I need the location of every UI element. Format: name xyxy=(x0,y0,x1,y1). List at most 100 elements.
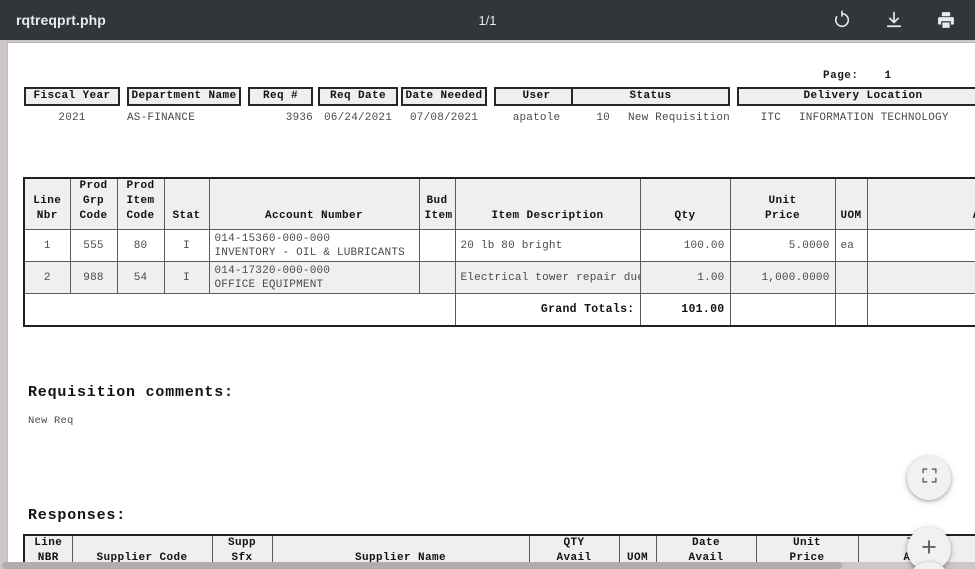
responses-header-row: Line NBR Supplier Code Supp Sfx Supplier N… xyxy=(23,534,975,562)
totals-spacer-6 xyxy=(419,293,455,326)
print-icon[interactable] xyxy=(935,9,957,31)
table-row: 2 988 54 I 014-17320-000-000 OFFICE EQUI… xyxy=(23,261,975,294)
col-qty-avail: QTY Avail xyxy=(528,534,620,562)
delivery-location-name: INFORMATION TECHNOLOGY xyxy=(799,112,949,124)
cell-bud-item xyxy=(418,229,456,262)
totals-spacer-1 xyxy=(24,293,70,326)
page-label-text: Page: xyxy=(823,70,859,82)
cell-uom: ea xyxy=(834,229,868,262)
header-value-req-date: 06/24/2021 xyxy=(323,112,392,124)
header-field-req-date: Req Date 06/24/2021 xyxy=(318,87,398,124)
cell-stat: I xyxy=(163,261,210,294)
header-field-req-number: Req # 3936 xyxy=(248,87,313,124)
document-filename: rqtreqprt.php xyxy=(16,12,106,28)
grand-totals-row: Grand Totals: 101.00 1,500.00 xyxy=(24,293,975,326)
cell-unit-price: 1,000.0000 xyxy=(729,261,836,294)
header-label-fiscal-year: Fiscal Year xyxy=(24,87,120,106)
totals-spacer-3 xyxy=(117,293,164,326)
plus-icon: + xyxy=(921,532,937,562)
col-bud-item: Bud Item xyxy=(418,177,456,230)
fit-to-page-icon xyxy=(921,467,938,489)
status-text: New Requisition xyxy=(627,112,730,124)
col-resp-unit-price: Unit Price xyxy=(755,534,859,562)
header-value-delivery-location: ITC INFORMATION TECHNOLOGY xyxy=(737,112,975,124)
cell-account-name: OFFICE EQUIPMENT xyxy=(214,278,324,291)
cell-item-description: Electrical tower repair due to auto cras… xyxy=(454,261,641,294)
horizontal-scrollbar-thumb[interactable] xyxy=(2,562,842,569)
cell-prod-grp-code: 988 xyxy=(69,261,118,294)
horizontal-scrollbar[interactable] xyxy=(0,562,975,569)
header-label-department-name: Department Name xyxy=(127,87,241,106)
totals-spacer-5 xyxy=(209,293,419,326)
header-label-user: User xyxy=(494,87,579,106)
grand-totals-label: Grand Totals: xyxy=(454,293,641,326)
responses-table: Line NBR Supplier Code Supp Sfx Supplier N… xyxy=(23,534,975,562)
cell-total-amount: 1,000.00 xyxy=(866,261,975,294)
header-field-user: User apatole xyxy=(494,87,579,124)
line-items-table: Line Nbr Prod Grp Code Prod Item Code Stat Ac… xyxy=(23,177,975,327)
pdf-viewer-toolbar: rqtreqprt.php 1/1 xyxy=(0,0,975,40)
header-label-delivery-location: Delivery Location xyxy=(737,87,975,106)
cell-item-description: 20 lb 80 bright xyxy=(454,229,641,262)
requisition-header-fields: Fiscal Year 2021 Department Name AS-FINA… xyxy=(20,87,975,135)
page-number-label: Page: 1 xyxy=(823,70,892,82)
header-value-status: 10 New Requisition xyxy=(571,112,730,124)
col-supplier-code: Supplier Code xyxy=(71,534,213,562)
col-prod-grp-code: Prod Grp Code xyxy=(69,177,118,230)
header-value-fiscal-year: 2021 xyxy=(58,112,86,124)
cell-prod-item-code: 80 xyxy=(116,229,165,262)
cell-prod-item-code: 54 xyxy=(116,261,165,294)
requisition-comments-body: New Req xyxy=(28,415,74,427)
col-date-avail: Date Avail xyxy=(655,534,757,562)
requisition-comments-title: Requisition comments: xyxy=(28,384,234,401)
download-icon[interactable] xyxy=(883,9,905,31)
col-unit-price: Unit Price xyxy=(729,177,836,230)
cell-account-number: 014-17320-000-000 xyxy=(214,264,331,277)
col-resp-line-nbr: Line NBR xyxy=(23,534,73,562)
cell-line-nbr: 2 xyxy=(23,261,71,294)
page-number-value: 1 xyxy=(884,70,892,82)
cell-total-amount: 500.00 xyxy=(866,229,975,262)
grand-totals-qty: 101.00 xyxy=(639,293,731,326)
pdf-viewer-area[interactable]: Page: 1 Fiscal Year 2021 Department Name … xyxy=(0,40,975,569)
cell-bud-item xyxy=(418,261,456,294)
header-field-department-name: Department Name AS-FINANCE xyxy=(127,87,241,124)
cell-qty: 1.00 xyxy=(639,261,731,294)
header-label-date-needed: Date Needed xyxy=(401,87,487,106)
delivery-location-code: ITC xyxy=(760,112,781,124)
cell-qty: 100.00 xyxy=(639,229,731,262)
totals-spacer-4 xyxy=(164,293,209,326)
grand-totals-unit-price xyxy=(729,293,836,326)
document-page: Page: 1 Fiscal Year 2021 Department Name … xyxy=(8,43,975,562)
cell-prod-grp-code: 555 xyxy=(69,229,118,262)
status-code: 10 xyxy=(596,112,610,124)
cell-unit-price: 5.0000 xyxy=(729,229,836,262)
col-total-amount: TotalAmount xyxy=(866,177,975,230)
col-resp-uom: UOM xyxy=(618,534,657,562)
grand-totals-uom xyxy=(834,293,868,326)
col-account-number: Account Number xyxy=(208,177,420,230)
header-field-fiscal-year: Fiscal Year 2021 xyxy=(24,87,120,124)
col-prod-item-code: Prod Item Code xyxy=(116,177,165,230)
cell-line-nbr: 1 xyxy=(23,229,71,262)
header-field-delivery-location: Delivery Location ITC INFORMATION TECHNO… xyxy=(737,87,975,124)
page-indicator: 1/1 xyxy=(478,12,497,28)
rotate-icon[interactable] xyxy=(831,9,853,31)
header-label-req-number: Req # xyxy=(248,87,313,106)
toolbar-actions xyxy=(831,9,957,31)
table-row: 1 555 80 I 014-15360-000-000 INVENTORY -… xyxy=(23,229,975,262)
cell-stat: I xyxy=(163,229,210,262)
header-value-user: apatole xyxy=(512,112,561,124)
line-items-header-row: Line Nbr Prod Grp Code Prod Item Code Stat Ac… xyxy=(23,177,975,230)
cell-uom xyxy=(834,261,868,294)
header-field-date-needed: Date Needed 07/08/2021 xyxy=(401,87,487,124)
col-qty: Qty xyxy=(639,177,731,230)
fit-to-page-button[interactable] xyxy=(907,456,951,500)
cell-account: 014-17320-000-000 OFFICE EQUIPMENT xyxy=(208,261,420,294)
col-supplier-name: Supplier Name xyxy=(271,534,530,562)
header-value-department-name: AS-FINANCE xyxy=(127,112,196,124)
header-value-req-number: 3936 xyxy=(285,112,313,124)
col-stat: Stat xyxy=(163,177,210,230)
cell-account: 014-15360-000-000 INVENTORY - OIL & LUBR… xyxy=(208,229,420,262)
col-line-nbr: Line Nbr xyxy=(23,177,71,230)
